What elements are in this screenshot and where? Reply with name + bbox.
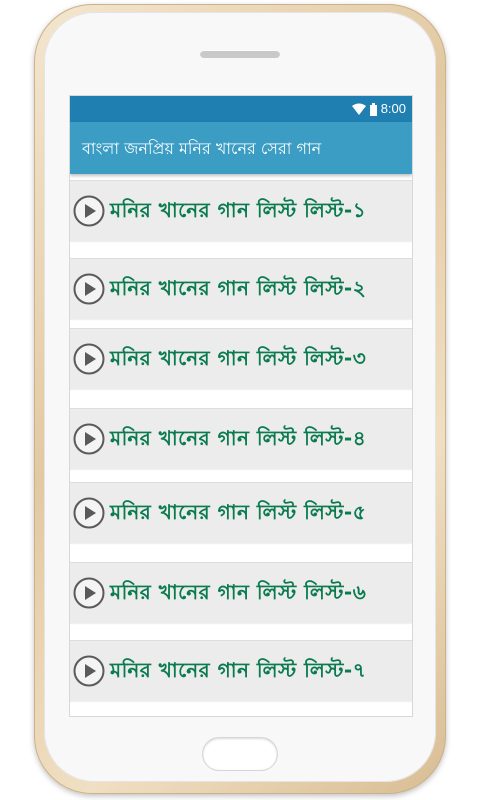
play-button-icon[interactable] bbox=[73, 343, 105, 375]
list-item-label: মনির খানের গান লিস্ট লিস্ট-৪ bbox=[110, 426, 367, 450]
play-button-icon[interactable] bbox=[73, 273, 105, 305]
app-title: বাংলা জনপ্রিয় মনির খানের সেরা গান bbox=[82, 139, 322, 158]
home-button[interactable] bbox=[203, 738, 277, 770]
phone-speaker bbox=[200, 50, 280, 58]
list-item[interactable]: মনির খানের গান লিস্ট লিস্ট-৪ bbox=[70, 408, 412, 469]
list-item-label: মনির খানের গান লিস্ট লিস্ট-১ bbox=[110, 198, 367, 222]
list-item[interactable]: মনির খানের গান লিস্ট লিস্ট-১ bbox=[70, 180, 412, 241]
list-item-label: মনির খানের গান লিস্ট লিস্ট-৫ bbox=[110, 500, 367, 524]
play-button-icon[interactable] bbox=[73, 497, 105, 529]
play-button-icon[interactable] bbox=[73, 423, 105, 455]
list-item[interactable]: মনির খানের গান লিস্ট লিস্ট-৫ bbox=[70, 482, 412, 543]
wifi-icon bbox=[351, 103, 366, 115]
play-button-icon[interactable] bbox=[73, 655, 105, 687]
list-item-label: মনির খানের গান লিস্ট লিস্ট-৭ bbox=[110, 658, 367, 682]
list-item[interactable]: মনির খানের গান লিস্ট লিস্ট-২ bbox=[70, 258, 412, 319]
status-icons: 8:00 bbox=[351, 100, 406, 118]
status-bar: 8:00 bbox=[70, 96, 412, 122]
list-item[interactable]: মনির খানের গান লিস্ট লিস্ট-৩ bbox=[70, 328, 412, 389]
battery-icon bbox=[369, 102, 377, 116]
list-item[interactable]: মনির খানের গান লিস্ট লিস্ট-৭ bbox=[70, 640, 412, 701]
list-item-label: মনির খানের গান লিস্ট লিস্ট-৬ bbox=[110, 580, 367, 604]
app-screen: 8:00 বাংলা জনপ্রিয় মনির খানের সেরা গান … bbox=[70, 96, 412, 716]
list-item-label: মনির খানের গান লিস্ট লিস্ট-২ bbox=[110, 276, 367, 300]
list-item[interactable]: মনির খানের গান লিস্ট লিস্ট-৬ bbox=[70, 562, 412, 623]
app-bar: বাংলা জনপ্রিয় মনির খানের সেরা গান bbox=[70, 122, 412, 174]
list-item-label: মনির খানের গান লিস্ট লিস্ট-৩ bbox=[110, 346, 367, 370]
play-button-icon[interactable] bbox=[73, 195, 105, 227]
status-time: 8:00 bbox=[380, 101, 406, 116]
play-button-icon[interactable] bbox=[73, 577, 105, 609]
